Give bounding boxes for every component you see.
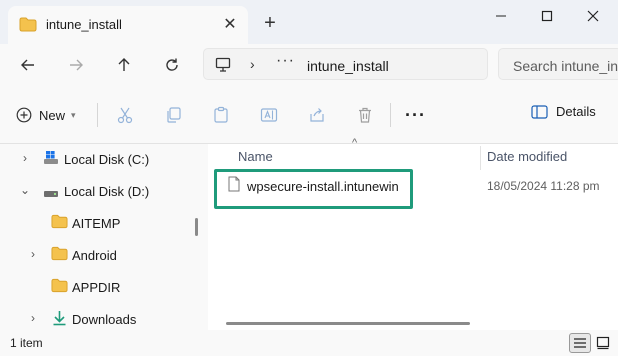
maximize-icon xyxy=(541,10,553,22)
nav-label: APPDIR xyxy=(72,280,121,295)
details-view-button[interactable] xyxy=(569,333,591,353)
new-tab-button[interactable]: + xyxy=(259,12,281,34)
drive-icon xyxy=(43,186,59,201)
new-button[interactable]: New ▾ xyxy=(16,102,76,128)
details-label: Details xyxy=(556,104,596,119)
expand-chevron-icon[interactable]: › xyxy=(26,311,40,325)
highlight-box xyxy=(214,169,413,209)
new-label: New xyxy=(39,107,66,123)
tiles-view-button[interactable] xyxy=(594,333,612,353)
nav-scrollbar[interactable] xyxy=(195,218,198,236)
folder-icon xyxy=(19,17,37,35)
nav-item-local-disk-c[interactable]: › Local Disk (C:) xyxy=(0,144,190,174)
column-header-date-modified[interactable]: Date modified xyxy=(487,149,567,164)
more-options-button[interactable]: ··· xyxy=(405,105,426,126)
details-pane-icon xyxy=(531,104,548,119)
refresh-icon xyxy=(166,58,178,71)
search-placeholder: Search intune_install xyxy=(513,58,618,74)
folder-icon xyxy=(51,278,68,296)
minimize-icon xyxy=(496,15,506,17)
up-arrow-icon xyxy=(118,58,130,71)
copy-icon xyxy=(167,107,181,123)
collapse-chevron-icon[interactable]: ⌄ xyxy=(18,183,32,197)
nav-label: Local Disk (C:) xyxy=(64,152,150,167)
nav-label: Downloads xyxy=(72,312,137,327)
search-input[interactable]: Search intune_install xyxy=(498,48,618,80)
column-header-name[interactable]: Name xyxy=(238,149,273,164)
trash-icon xyxy=(359,107,371,123)
nav-item-local-disk-d[interactable]: ⌄ Local Disk (D:) xyxy=(0,176,190,206)
back-button[interactable] xyxy=(15,52,41,78)
nav-label: AITEMP xyxy=(72,216,121,231)
nav-label: Android xyxy=(72,248,117,263)
nav-item-downloads[interactable]: › Downloads xyxy=(0,304,190,330)
drive-windows-icon xyxy=(43,150,59,168)
expand-chevron-icon[interactable]: › xyxy=(26,247,40,261)
divider xyxy=(97,103,98,127)
folder-icon xyxy=(51,246,68,264)
close-icon xyxy=(587,10,599,22)
tab-title: intune_install xyxy=(46,17,122,32)
download-icon xyxy=(52,310,67,329)
rename-icon xyxy=(260,108,278,122)
back-arrow-icon xyxy=(21,59,34,71)
breadcrumb-current[interactable]: intune_install xyxy=(307,58,389,74)
horizontal-scrollbar[interactable] xyxy=(226,322,470,325)
share-icon xyxy=(310,108,324,122)
folder-icon xyxy=(51,214,68,232)
paste-button[interactable] xyxy=(210,104,232,126)
expand-chevron-icon[interactable]: › xyxy=(18,151,32,165)
minimize-button[interactable] xyxy=(478,0,524,32)
forward-arrow-icon xyxy=(70,59,83,71)
nav-item-android[interactable]: › Android xyxy=(0,240,190,270)
rename-button[interactable] xyxy=(258,104,280,126)
sort-ascending-icon: ^ xyxy=(352,137,358,149)
cut-button[interactable] xyxy=(114,104,136,126)
command-bar: New ▾ ··· Details xyxy=(0,86,618,144)
close-tab-icon[interactable]: ✕ xyxy=(220,15,240,35)
breadcrumb-overflow[interactable]: ··· xyxy=(276,52,295,70)
file-list: ^ Name Date modified wpsecure-install.in… xyxy=(208,137,618,330)
nav-label: Local Disk (D:) xyxy=(64,184,150,199)
file-date-modified: 18/05/2024 11:28 pm xyxy=(487,179,600,193)
breadcrumb-chevron-icon: › xyxy=(250,56,255,72)
close-window-button[interactable] xyxy=(570,0,616,32)
divider xyxy=(390,103,391,127)
tab-active[interactable]: intune_install ✕ xyxy=(8,6,248,44)
refresh-button[interactable] xyxy=(159,52,185,78)
plus-circle-icon xyxy=(16,107,32,123)
copy-button[interactable] xyxy=(162,104,184,126)
column-divider[interactable] xyxy=(480,146,481,170)
clipboard-icon xyxy=(214,106,228,123)
details-button[interactable]: Details xyxy=(531,104,596,119)
maximize-button[interactable] xyxy=(524,0,570,32)
nav-item-appdir[interactable]: APPDIR xyxy=(0,272,190,302)
delete-button[interactable] xyxy=(354,104,376,126)
chevron-down-icon: ▾ xyxy=(71,109,76,120)
address-row: › ··· intune_install Search intune_insta… xyxy=(0,44,618,86)
share-button[interactable] xyxy=(306,104,328,126)
title-bar: intune_install ✕ + xyxy=(0,0,618,44)
status-bar: 1 item xyxy=(0,330,618,356)
main-body: › Local Disk (C:) ⌄ Local Disk (D:) AITE… xyxy=(0,137,618,330)
computer-icon xyxy=(215,57,231,75)
navigation-pane: › Local Disk (C:) ⌄ Local Disk (D:) AITE… xyxy=(0,144,204,330)
item-count: 1 item xyxy=(10,336,43,350)
forward-button[interactable] xyxy=(63,52,89,78)
scissors-icon xyxy=(117,107,133,124)
list-view-icon xyxy=(574,338,586,348)
tiles-view-icon xyxy=(596,336,610,350)
nav-item-aitemp[interactable]: AITEMP xyxy=(0,208,190,238)
address-bar[interactable]: › ··· intune_install xyxy=(203,48,488,80)
up-button[interactable] xyxy=(111,52,137,78)
